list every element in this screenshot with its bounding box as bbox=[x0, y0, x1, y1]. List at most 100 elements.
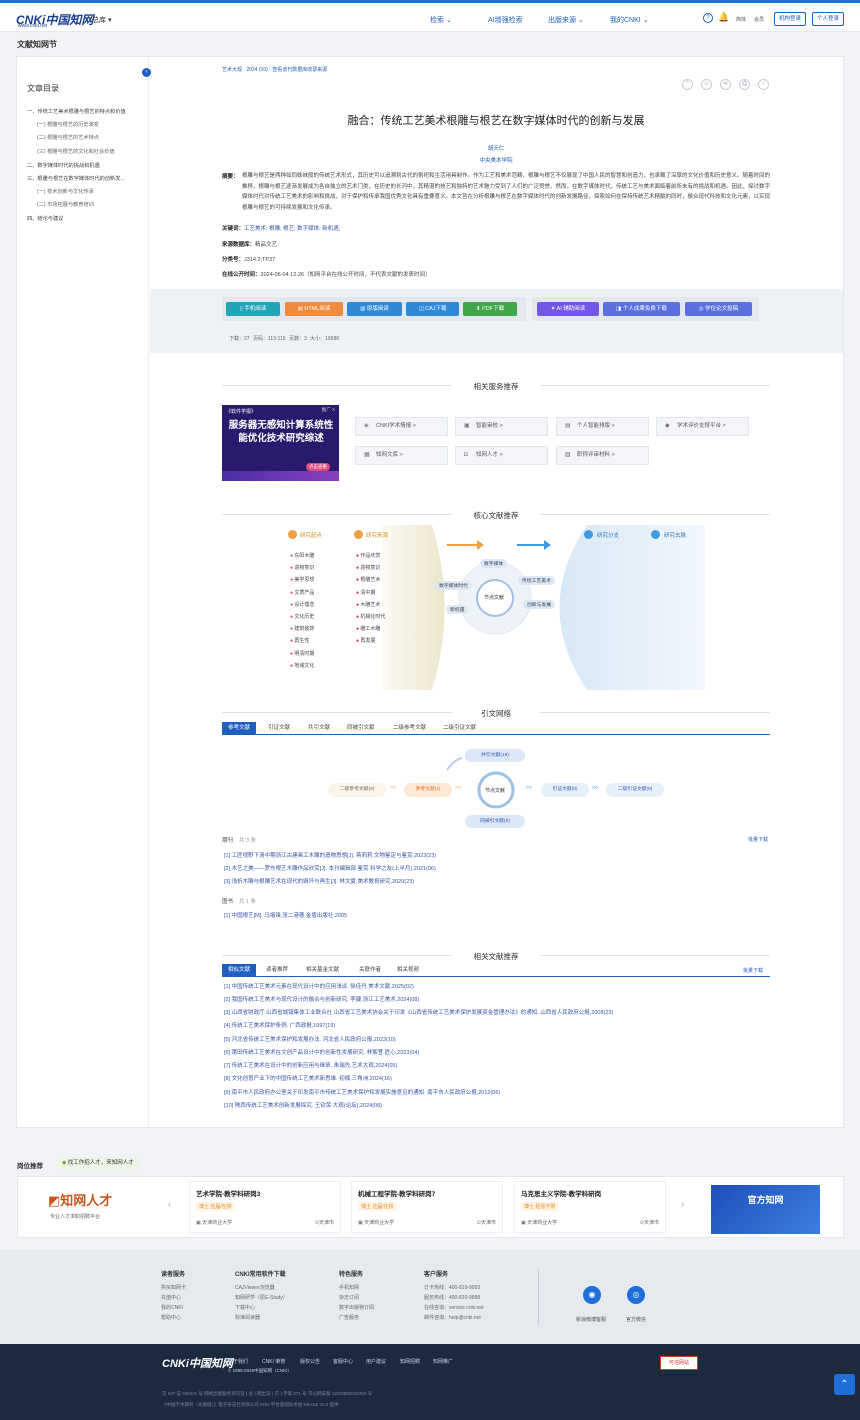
orbit-tag[interactable]: 数字媒体时代 bbox=[435, 581, 472, 590]
reference-item[interactable]: [1] 中国根艺[M]. 马堵锋,张二港著.金盾出版社.2005 bbox=[224, 911, 770, 919]
wechat-icon[interactable]: ◎ bbox=[627, 1286, 645, 1304]
bottom-link[interactable]: 客服中心 bbox=[333, 1358, 353, 1365]
footer-link[interactable]: 广告服务 bbox=[339, 1313, 374, 1323]
job-card[interactable]: 艺术学院-教学科研岗3 博士 应届/在校 ▣ 天津商业大学 ⊙天津市 bbox=[189, 1181, 341, 1233]
source-item[interactable]: ● 作品欣赏 bbox=[356, 550, 385, 562]
mobile-read-button[interactable]: ▯ 手机阅读 bbox=[226, 302, 280, 316]
original-read-button[interactable]: ▥ 原版阅读 bbox=[347, 302, 402, 316]
chevron-left-icon[interactable]: ‹ bbox=[168, 1199, 171, 1210]
keywords[interactable]: 工艺美术; 根雕; 根艺; 数字媒体; 新机遇; bbox=[244, 226, 340, 232]
share-icon[interactable]: ⋖ bbox=[720, 79, 731, 90]
origin-item[interactable]: ● 设计理念 bbox=[290, 599, 314, 611]
orbit-tag[interactable]: 传统工艺美术 bbox=[518, 576, 555, 585]
tab-reader-rec[interactable]: 读者推荐 bbox=[260, 964, 294, 976]
personal-login-button[interactable]: 个人登录 bbox=[812, 12, 844, 26]
bottom-logo[interactable]: CNKi中国知网 bbox=[162, 1355, 233, 1371]
footer-link[interactable]: 在线咨询：service.cnki.net bbox=[424, 1303, 483, 1313]
talent-brand[interactable]: ◩知网人才 bbox=[48, 1190, 112, 1209]
source-item[interactable]: ● 清中期 bbox=[356, 587, 385, 599]
svc-smart-review[interactable]: ▣ 智能审校 > bbox=[455, 417, 548, 436]
svc-typeset[interactable]: ▤ 个人智能排版 > bbox=[556, 417, 649, 436]
toc-item[interactable]: 二、数字媒体时代的挑战和机遇 bbox=[27, 162, 145, 169]
bottom-link[interactable]: 关于我们 bbox=[228, 1358, 248, 1365]
job-card[interactable]: 马克思主义学院-教学科研岗 博士 经验不限 ▣ 天津商业大学 ⊙天津市 bbox=[514, 1181, 666, 1233]
nav-ai-search[interactable]: AI增强检索 bbox=[488, 15, 523, 25]
back-to-top-icon[interactable]: ⌃ bbox=[834, 1374, 855, 1395]
star-icon[interactable]: ☆ bbox=[701, 79, 712, 90]
bottom-link[interactable]: 版权公告 bbox=[300, 1358, 320, 1365]
related-item[interactable]: [4] 传统工艺美术保护条例. 广西政报,1997(19) bbox=[224, 1021, 770, 1029]
source-item[interactable]: ● 根雕艺术 bbox=[356, 574, 385, 586]
tab-author[interactable]: 关联作者 bbox=[353, 964, 387, 976]
source-item[interactable]: ● 再发展 bbox=[356, 635, 385, 647]
reference-item[interactable]: [1] 工匠视野下清中期浙江古建画工木雕的造物思想[J]. 蒋莉莉.文物鉴定与鉴… bbox=[224, 851, 770, 859]
org-login-button[interactable]: 机构登录 bbox=[774, 12, 806, 26]
source-item[interactable]: ● 机械化时代 bbox=[356, 611, 385, 623]
origin-item[interactable]: ● 东阳木雕 bbox=[290, 550, 314, 562]
source-item[interactable]: ● 木雕艺术 bbox=[356, 599, 385, 611]
batch-download-link[interactable]: 批量下载 bbox=[748, 836, 768, 843]
center-node-label[interactable]: 节点文献 bbox=[484, 594, 504, 601]
footer-link[interactable]: 充值中心 bbox=[161, 1293, 186, 1303]
related-item[interactable]: [9] 南平市人民政府办公室关于印发南平市传统工艺美术保护和发展实施意见的通知.… bbox=[224, 1088, 770, 1096]
batch-download-link[interactable]: 批量下载 bbox=[743, 967, 763, 974]
reference-item[interactable]: [2] 木艺之美——罗东根艺木雕作品欣赏[J]. 本刊编辑部.鉴赏.科学之友(上… bbox=[224, 864, 770, 872]
collapse-toc-icon[interactable]: ‹ bbox=[142, 68, 151, 77]
source-item[interactable]: ● 雕工木雕 bbox=[356, 623, 385, 635]
origin-item[interactable]: ● 地域文化 bbox=[290, 660, 314, 672]
nav-my-cnki[interactable]: 我的CNKI ⌄ bbox=[610, 15, 649, 25]
nav-search[interactable]: 检索 ⌄ bbox=[430, 15, 452, 25]
official-banner[interactable]: 官方知网 bbox=[711, 1185, 820, 1234]
footer-link[interactable]: 标准阅读器 bbox=[235, 1313, 288, 1323]
footer-link[interactable]: 知网研学（原E-Study） bbox=[235, 1293, 288, 1303]
ref-node[interactable]: 参考文献(4) bbox=[404, 783, 452, 797]
toc-item[interactable]: 三、根雕与根艺在数字媒体时代的创新发... bbox=[27, 175, 145, 182]
footer-link[interactable]: 数字出版物订阅 bbox=[339, 1303, 374, 1313]
related-item[interactable]: [3] 山西省财政厅 山西省城镇集体工业联合社 山西省工艺美术协会关于印发《山西… bbox=[224, 1008, 770, 1016]
related-item[interactable]: [5] 河北省传统工艺美术保护和发展办法. 河北省人民政府公报,2023(10) bbox=[224, 1035, 770, 1043]
footer-link[interactable]: 购买知网卡 bbox=[161, 1283, 186, 1293]
thesis-submit-button[interactable]: ◎ 学位论文投稿 bbox=[685, 302, 752, 316]
promo-banner[interactable]: 《软件学报》 推广 X 服务器无感知计算系统性能优化技术研究综述 点击查看 bbox=[222, 405, 339, 481]
same-cited-node[interactable]: 同被引文献(0) bbox=[465, 815, 525, 828]
citation-center-label[interactable]: 节点文献 bbox=[485, 787, 505, 794]
nav-source[interactable]: 出版来源 ⌄ bbox=[548, 15, 584, 25]
trust-badge[interactable]: 可信网站 bbox=[660, 1356, 698, 1370]
tab-same-cited[interactable]: 同被引文献 bbox=[341, 722, 381, 734]
source-item[interactable]: ● 造物意识 bbox=[356, 562, 385, 574]
toc-item[interactable]: 一、传统工艺美术根雕与根艺的特点和价值 bbox=[27, 108, 145, 115]
svc-cnki-intel[interactable]: ◈ CNKI学术情报 > bbox=[355, 417, 448, 436]
toc-item[interactable]: (二) 根雕与根艺的艺术特点 bbox=[37, 134, 155, 141]
jobs-badge[interactable]: ◆ 找工作招人才，来知网人才 bbox=[56, 1157, 140, 1169]
promo-view-button[interactable]: 点击查看 bbox=[306, 463, 330, 471]
toc-item[interactable]: (一) 技术创新与文化传承 bbox=[37, 188, 155, 195]
origin-item[interactable]: ● 文质产品 bbox=[290, 587, 314, 599]
bottom-link[interactable]: CNKI 荣誉 bbox=[262, 1358, 285, 1365]
toc-item[interactable]: (三) 根雕与根艺的文化和社会价值 bbox=[37, 148, 155, 155]
caj-download-button[interactable]: ◫ CAJ下载 bbox=[406, 302, 459, 316]
origin-item[interactable]: ● 再生性 bbox=[290, 635, 314, 647]
footer-link[interactable]: 下载中心 bbox=[235, 1303, 288, 1313]
tab-similar[interactable]: 相似文献 bbox=[222, 964, 257, 976]
bell-icon[interactable]: 🔔 bbox=[718, 13, 729, 23]
tab-citing[interactable]: 引证文献 bbox=[262, 722, 296, 734]
personal-download-button[interactable]: ◨ 个人成果免费下载 bbox=[603, 302, 680, 316]
related-item[interactable]: [8] 文化创意产业下的中国传统工艺美术新思维. 初楠.三角洲,2024(16) bbox=[224, 1074, 770, 1082]
related-item[interactable]: [6] 莆田传统工艺美术在文创产品设计中的创新性发展研究. 林紫萱.匠心,202… bbox=[224, 1048, 770, 1056]
institution-link[interactable]: 中央美术学院 bbox=[222, 156, 770, 164]
footer-link[interactable]: 杂志订阅 bbox=[339, 1293, 374, 1303]
related-item[interactable]: [7] 传统工艺美术在设计中的创新应用与继承. 朱瑞先.艺术大观,2024(05… bbox=[224, 1061, 770, 1069]
cited-node[interactable]: 引证文献(0) bbox=[541, 783, 589, 797]
footer-link[interactable]: 我的CNKI bbox=[161, 1303, 186, 1313]
breadcrumb[interactable]: 艺术大观 · 2024 (10) · 查看该刊数据库收录来源 bbox=[222, 66, 327, 73]
related-item[interactable]: [1] 中国传统工艺美术元素在现代设计中的应用浅谈. 徐佳丹.美术文献,2025… bbox=[224, 982, 770, 990]
svc-evaluation[interactable]: ◆ 学术评价支撑平台 > bbox=[656, 417, 749, 436]
footer-link[interactable]: 手机知网 bbox=[339, 1283, 374, 1293]
bell-icon[interactable]: ♢ bbox=[758, 79, 769, 90]
toc-item[interactable]: (一) 根雕与根艺的历史演变 bbox=[37, 121, 155, 128]
tab-references[interactable]: 参考文献 bbox=[222, 722, 257, 734]
print-icon[interactable]: ⎙ bbox=[739, 79, 750, 90]
tab-fund[interactable]: 相关基金文献 bbox=[300, 964, 345, 976]
co-cite-node[interactable]: 共引文献(19) bbox=[465, 749, 525, 762]
bottom-link[interactable]: 用户建议 bbox=[366, 1358, 386, 1365]
